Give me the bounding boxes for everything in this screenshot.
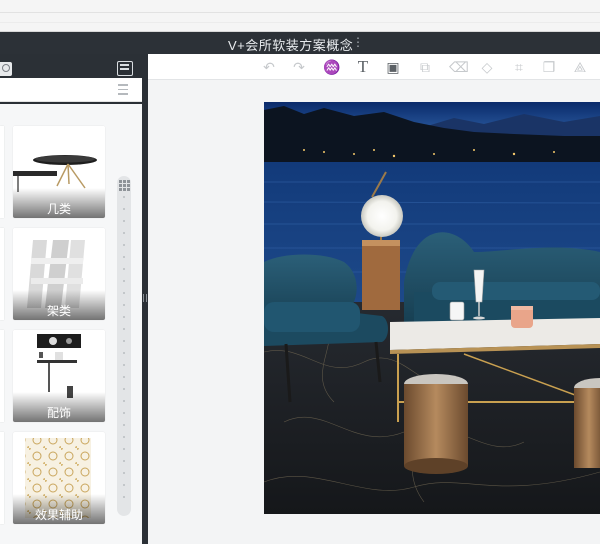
index-letter[interactable]: [123, 484, 125, 486]
browser-chrome: [0, 0, 600, 32]
index-letter[interactable]: [123, 352, 125, 354]
category-label: 架类: [13, 290, 105, 320]
index-letter[interactable]: [123, 436, 125, 438]
index-letter[interactable]: [123, 424, 125, 426]
category-label: 几类: [13, 188, 105, 218]
index-letter[interactable]: [123, 304, 125, 306]
index-letter[interactable]: [123, 388, 125, 390]
asset-card-partial[interactable]: [0, 228, 4, 320]
image-icon[interactable]: ▣: [385, 59, 401, 75]
brush-icon[interactable]: ♒: [323, 59, 340, 75]
flip-icon[interactable]: ⟁: [572, 59, 588, 75]
grid-view-icon[interactable]: [117, 61, 133, 76]
copy-icon[interactable]: ❐: [541, 59, 557, 75]
undo-icon[interactable]: ↶: [261, 59, 277, 75]
category-label: 效果辅助: [13, 494, 105, 524]
index-letter[interactable]: [123, 376, 125, 378]
chrome-line: [0, 22, 600, 23]
replace-image-icon[interactable]: ⧉: [417, 59, 433, 75]
category-card-tables[interactable]: 几类: [13, 126, 105, 218]
transform-icon[interactable]: ◇: [479, 59, 495, 75]
index-letter[interactable]: [123, 460, 125, 462]
index-letter[interactable]: [123, 448, 125, 450]
index-letter[interactable]: [123, 328, 125, 330]
index-letter[interactable]: [123, 400, 125, 402]
drag-grip-icon[interactable]: [143, 294, 147, 302]
index-letter[interactable]: [123, 220, 125, 222]
index-letter[interactable]: [123, 244, 125, 246]
index-letter[interactable]: [123, 316, 125, 318]
mood-board-image[interactable]: [264, 102, 600, 514]
category-card-accessories[interactable]: 配饰: [13, 330, 105, 422]
grid-icon[interactable]: [119, 180, 130, 191]
asset-panel: 几类 架类 配饰 效果辅助: [0, 54, 142, 544]
index-letter[interactable]: [123, 208, 125, 210]
index-letter[interactable]: [123, 196, 125, 198]
asset-catalog: 几类 架类 配饰 效果辅助: [0, 104, 142, 544]
index-letter[interactable]: [123, 256, 125, 258]
crop-icon[interactable]: ⌗: [511, 59, 527, 75]
index-letter[interactable]: [123, 472, 125, 474]
asset-card-partial[interactable]: [0, 126, 4, 218]
index-letter[interactable]: [123, 232, 125, 234]
index-letter[interactable]: [123, 412, 125, 414]
app-titlebar: V+会所软装方案概念 ⋮: [0, 32, 600, 54]
category-label: 配饰: [13, 392, 105, 422]
asset-card-partial[interactable]: [0, 330, 4, 422]
index-letter[interactable]: [123, 340, 125, 342]
asset-card-partial[interactable]: [0, 432, 4, 524]
asset-panel-header: [0, 58, 142, 80]
canvas-workspace: ↶ ↷ ♒ T ▣ ⧉ ⌫ ◇ ⌗ ❐ ⟁: [148, 54, 600, 544]
index-letter[interactable]: [123, 364, 125, 366]
edit-toolbar: ↶ ↷ ♒ T ▣ ⧉ ⌫ ◇ ⌗ ❐ ⟁: [148, 54, 600, 80]
text-icon[interactable]: T: [355, 58, 371, 75]
search-icon[interactable]: [0, 62, 12, 76]
more-vertical-icon[interactable]: ⋮: [352, 35, 364, 49]
filter-bar[interactable]: [0, 78, 142, 102]
index-letter[interactable]: [123, 268, 125, 270]
redo-icon[interactable]: ↷: [291, 59, 307, 75]
index-scrollbar[interactable]: [117, 176, 131, 516]
document-title[interactable]: V+会所软装方案概念: [228, 35, 353, 54]
index-letter[interactable]: [123, 292, 125, 294]
category-card-shelves[interactable]: 架类: [13, 228, 105, 320]
sort-icon[interactable]: [118, 84, 128, 96]
chrome-line: [0, 12, 600, 13]
design-canvas[interactable]: [264, 102, 600, 514]
index-letter[interactable]: [123, 280, 125, 282]
category-card-effects[interactable]: 效果辅助: [13, 432, 105, 524]
index-letter[interactable]: [123, 496, 125, 498]
delete-icon[interactable]: ⌫: [449, 59, 469, 75]
